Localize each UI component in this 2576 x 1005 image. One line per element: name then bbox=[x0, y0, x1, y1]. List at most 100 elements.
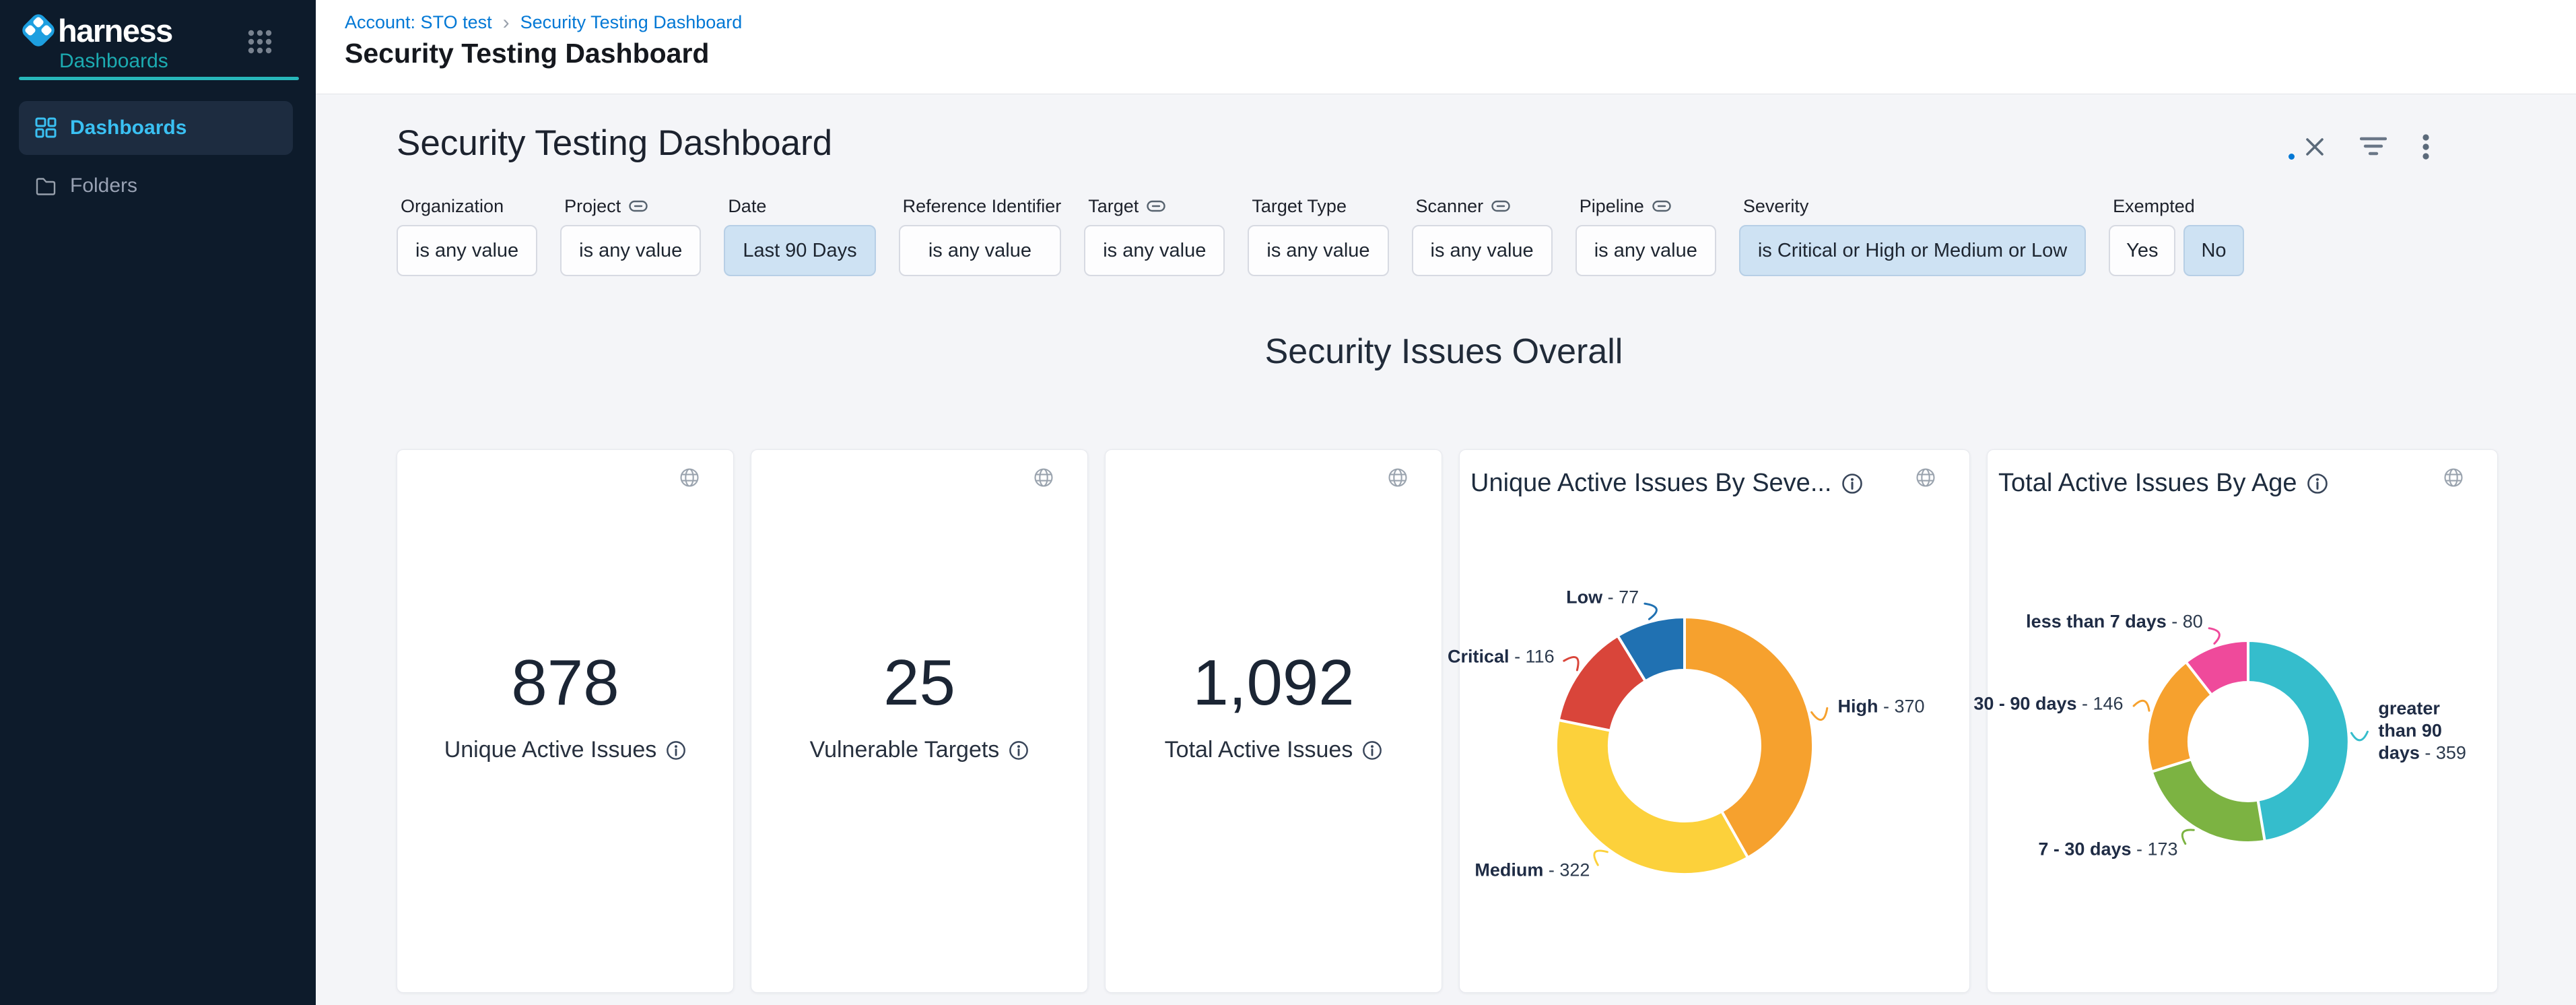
globe-icon[interactable] bbox=[1033, 467, 1054, 488]
filter-value-button[interactable]: is any value bbox=[560, 225, 701, 276]
filter-severity: Severity is Critical or High or Medium or… bbox=[1739, 195, 2086, 276]
filter-label-text: Pipeline bbox=[1580, 196, 1644, 217]
filter-label-text: Target bbox=[1088, 196, 1139, 217]
logo-text: harness bbox=[58, 12, 172, 49]
dashboards-grid-icon bbox=[35, 117, 57, 139]
stat-card-total-active-issues: 1,092Total Active Issues bbox=[1105, 449, 1442, 993]
stat-card-unique-active-issues: 878 Unique Active Issues bbox=[397, 449, 734, 993]
filter-value-button[interactable]: is any value bbox=[1575, 225, 1716, 276]
info-icon[interactable] bbox=[1009, 740, 1029, 760]
filter-label: Organization bbox=[401, 195, 537, 217]
donut-slice-medium[interactable] bbox=[1556, 720, 1748, 874]
breadcrumb: Account: STO test › Security Testing Das… bbox=[345, 12, 742, 33]
more-vertical-icon[interactable] bbox=[2422, 133, 2430, 160]
filter-icon[interactable] bbox=[2360, 135, 2387, 158]
donut-slice-greater-than-90-days[interactable] bbox=[2248, 641, 2349, 841]
stat-label: Vulnerable Targets bbox=[751, 737, 1087, 763]
donut-card-total-active-issues-by-age: Total Active Issues By Agegreater than 9… bbox=[1987, 449, 2498, 993]
module-label: Dashboards bbox=[59, 50, 168, 73]
donut-card-unique-active-issues-by-seve: Unique Active Issues By Seve...High - 37… bbox=[1459, 449, 1970, 993]
globe-button[interactable] bbox=[1388, 467, 1408, 491]
stat-value: 25 bbox=[751, 651, 1087, 715]
filter-label-text: Severity bbox=[1743, 196, 1809, 217]
filter-value-button[interactable]: is any value bbox=[1248, 225, 1388, 276]
filter-toggle-group: YesNo bbox=[2109, 225, 2243, 276]
globe-button[interactable] bbox=[1033, 467, 1054, 491]
dashboard-title: Security Testing Dashboard bbox=[397, 123, 832, 164]
filter-label-text: Reference Identifier bbox=[903, 196, 1062, 217]
sidebar-item-dashboards[interactable]: Dashboards bbox=[19, 101, 293, 155]
apps-grid-icon[interactable] bbox=[248, 30, 272, 54]
filter-organization: Organization is any value bbox=[397, 195, 537, 276]
folder-icon bbox=[35, 175, 57, 197]
filter-label-text: Organization bbox=[401, 196, 504, 217]
filter-scanner: Scanneris any value bbox=[1412, 195, 1553, 276]
filter-label-text: Exempted bbox=[2113, 196, 2195, 217]
sidebar: harness Dashboards Dashboards Folders bbox=[0, 0, 316, 1005]
globe-button[interactable] bbox=[679, 467, 700, 491]
info-icon[interactable] bbox=[1362, 740, 1382, 760]
filter-date: Date Last 90 Days bbox=[724, 195, 875, 276]
filter-label: Pipeline bbox=[1580, 195, 1716, 217]
dashboard-toolbar bbox=[2305, 133, 2430, 160]
breadcrumb-dashboard-link[interactable]: Security Testing Dashboard bbox=[520, 12, 743, 33]
breadcrumb-separator: › bbox=[503, 13, 510, 33]
globe-icon[interactable] bbox=[1388, 467, 1408, 488]
filter-label: Date bbox=[728, 195, 875, 217]
dashboard-panel: Security Testing Dashboard Organization i… bbox=[316, 94, 2576, 1005]
sidebar-item-folders[interactable]: Folders bbox=[19, 162, 293, 210]
filter-label: Target Type bbox=[1252, 195, 1388, 217]
filter-label-text: Project bbox=[564, 196, 621, 217]
filter-target: Target is any value bbox=[1084, 195, 1225, 276]
filter-value-button[interactable]: is any value bbox=[1412, 225, 1553, 276]
filter-value-button[interactable]: is any value bbox=[397, 225, 537, 276]
chart-callout-label: Low - 77 bbox=[1396, 586, 1639, 608]
info-icon[interactable] bbox=[666, 740, 686, 760]
sidebar-nav: Dashboards Folders bbox=[19, 101, 293, 210]
donut-chart[interactable] bbox=[1460, 450, 1969, 992]
sidebar-item-label: Folders bbox=[70, 174, 137, 197]
filter-exempted: Exempted YesNo bbox=[2109, 195, 2243, 276]
section-heading: Security Issues Overall bbox=[397, 331, 2491, 372]
filter-label: Severity bbox=[1743, 195, 2086, 217]
link-icon bbox=[1147, 199, 1165, 213]
link-icon bbox=[629, 199, 648, 213]
chart-callout-label: Medium - 322 bbox=[1347, 860, 1590, 882]
filter-value-button[interactable]: is any value bbox=[899, 225, 1062, 276]
chart-callout-label: greater than 90 days - 359 bbox=[2378, 698, 2479, 765]
filter-value-button[interactable]: Last 90 Days bbox=[724, 225, 875, 276]
stat-label: Unique Active Issues bbox=[397, 737, 733, 763]
page-header: Account: STO test › Security Testing Das… bbox=[316, 0, 2576, 94]
cursor-dot bbox=[2289, 154, 2295, 160]
filter-project: Project is any value bbox=[560, 195, 701, 276]
stat-value: 878 bbox=[397, 651, 733, 715]
filter-reference-identifier: Reference Identifier is any value bbox=[899, 195, 1062, 276]
chart-callout-label: 30 - 90 days - 146 bbox=[1881, 693, 2124, 715]
chart-callout-label: less than 7 days - 80 bbox=[1961, 611, 2203, 633]
link-icon bbox=[1652, 199, 1671, 213]
filter-pipeline: Pipeline is any value bbox=[1575, 195, 1716, 276]
stat-label-text: Unique Active Issues bbox=[444, 737, 657, 763]
filter-label-text: Date bbox=[728, 196, 766, 217]
close-icon[interactable] bbox=[2305, 137, 2325, 157]
sidebar-divider bbox=[19, 77, 299, 80]
chart-callout-label: 7 - 30 days - 173 bbox=[1936, 839, 2178, 861]
filter-label: Target bbox=[1088, 195, 1225, 217]
donut-slice-7-30-days[interactable] bbox=[2152, 759, 2265, 843]
harness-logo-icon[interactable] bbox=[18, 9, 59, 51]
stat-label-text: Total Active Issues bbox=[1165, 737, 1353, 763]
filter-label: Exempted bbox=[2113, 195, 2243, 217]
filter-target-type: Target Type is any value bbox=[1248, 195, 1388, 276]
cards-row: 878 Unique Active Issues 25 Vulnerable Targ… bbox=[397, 449, 2498, 993]
filter-label: Reference Identifier bbox=[903, 195, 1062, 217]
sidebar-item-label: Dashboards bbox=[70, 117, 187, 139]
globe-icon[interactable] bbox=[679, 467, 700, 488]
filter-value-button[interactable]: is any value bbox=[1084, 225, 1225, 276]
filter-bar: Organization is any value Project is any va… bbox=[397, 195, 2244, 276]
filter-option-yes[interactable]: Yes bbox=[2109, 225, 2175, 276]
stat-label-text: Vulnerable Targets bbox=[810, 737, 1000, 763]
page-title: Security Testing Dashboard bbox=[345, 38, 709, 69]
breadcrumb-account-link[interactable]: Account: STO test bbox=[345, 12, 492, 33]
filter-value-button[interactable]: is Critical or High or Medium or Low bbox=[1739, 225, 2086, 276]
filter-option-no[interactable]: No bbox=[2183, 225, 2243, 276]
